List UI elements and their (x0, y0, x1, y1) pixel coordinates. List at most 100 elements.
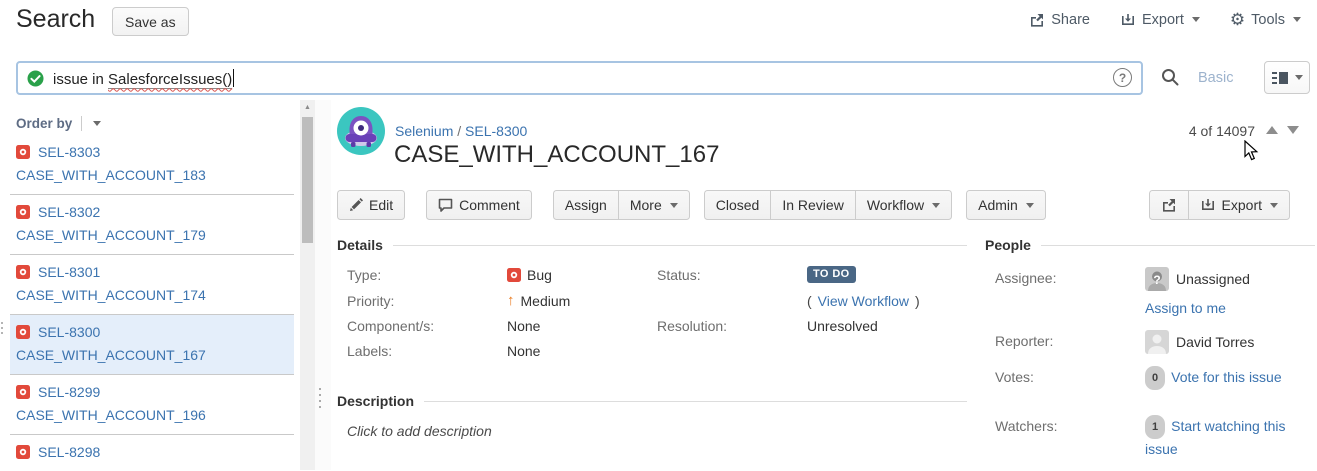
list-item[interactable]: SEL-8298 CASE_WITH_ACCOUNT_164 (10, 435, 294, 470)
status-label: Status: (657, 267, 807, 283)
people-heading: People (985, 237, 1031, 253)
issue-key-link[interactable]: SEL-8301 (38, 264, 100, 280)
order-by-control[interactable]: Order by (16, 116, 300, 131)
issue-list: SEL-8303 CASE_WITH_ACCOUNT_183 SEL-8302 … (10, 135, 294, 470)
project-avatar (337, 107, 385, 155)
text-caret (233, 69, 234, 87)
scrollbar-thumb[interactable] (302, 117, 313, 243)
issue-key-link[interactable]: SEL-8299 (38, 384, 100, 400)
watch-link[interactable]: Start watching this issue (1145, 418, 1286, 457)
scrollbar-up-arrow[interactable]: ▲ (300, 100, 315, 115)
list-item-selected[interactable]: SEL-8300 CASE_WITH_ACCOUNT_167 (10, 315, 294, 375)
basic-mode-link[interactable]: Basic (1198, 70, 1233, 86)
issue-key-link[interactable]: SEL-8303 (38, 144, 100, 160)
reporter-avatar (1145, 330, 1169, 354)
export-issue-button[interactable]: Export (1188, 190, 1290, 220)
bug-type-icon (16, 145, 30, 159)
tools-menu-button[interactable]: ⚙ Tools (1230, 11, 1301, 28)
comment-label: Comment (459, 197, 520, 213)
more-label: More (630, 197, 662, 213)
priority-text: Medium (521, 293, 571, 309)
priority-label: Priority: (347, 293, 507, 309)
search-input[interactable]: issue in SalesforceIssues() ? (16, 61, 1143, 95)
status-value: TO DO (807, 266, 967, 283)
assignee-label: Assignee: (995, 267, 1145, 318)
export-button-group: Export (1149, 190, 1290, 220)
breadcrumb-separator: / (457, 123, 461, 139)
page-title: Search (16, 5, 95, 34)
issue-summary-link[interactable]: CASE_WITH_ACCOUNT_196 (16, 407, 288, 423)
divider (1041, 245, 1315, 246)
results-sidebar: Order by SEL-8303 CASE_WITH_ACCOUNT_183 … (0, 100, 300, 470)
type-text: Bug (527, 267, 552, 283)
query-text: issue in SalesforceIssues() (53, 69, 234, 88)
export-menu-button[interactable]: Export (1120, 12, 1200, 28)
details-heading: Details (337, 237, 383, 253)
chevron-down-icon (93, 121, 101, 126)
closed-transition-button[interactable]: Closed (704, 190, 772, 220)
share-issue-button[interactable] (1149, 190, 1189, 220)
description-heading: Description (337, 393, 414, 409)
share-label: Share (1051, 12, 1090, 28)
issue-key-link[interactable]: SEL-8302 (38, 204, 100, 220)
sidebar-edge-handle[interactable] (0, 322, 4, 336)
syntax-help-icon[interactable]: ? (1113, 68, 1132, 87)
issue-summary-link[interactable]: CASE_WITH_ACCOUNT_174 (16, 287, 288, 303)
issue-summary-link[interactable]: CASE_WITH_ACCOUNT_183 (16, 167, 288, 183)
list-item[interactable]: SEL-8303 CASE_WITH_ACCOUNT_183 (10, 135, 294, 195)
assign-button[interactable]: Assign (553, 190, 619, 220)
details-section: Details Type: Bug Status: TO DO Priority… (337, 237, 967, 359)
gear-icon: ⚙ (1230, 11, 1245, 28)
chevron-down-icon (1295, 75, 1303, 80)
view-workflow: ( View Workflow) (807, 293, 967, 309)
sidebar-scrollbar[interactable]: ▲ (300, 100, 315, 470)
votes-row: Votes: 0Vote for this issue (995, 366, 1315, 390)
edit-button[interactable]: Edit (337, 190, 405, 220)
save-as-button[interactable]: Save as (112, 7, 189, 36)
issue-summary-link[interactable]: CASE_WITH_ACCOUNT_167 (16, 347, 288, 363)
view-workflow-link[interactable]: View Workflow (818, 293, 909, 309)
comment-button[interactable]: Comment (426, 190, 532, 220)
paren-open: ( (807, 293, 812, 309)
divider (424, 401, 967, 402)
chevron-down-icon (1270, 203, 1278, 208)
breadcrumb-project-link[interactable]: Selenium (395, 123, 453, 139)
issue-key-link[interactable]: SEL-8298 (38, 444, 100, 460)
order-by-label: Order by (16, 116, 72, 131)
view-switcher-button[interactable] (1264, 61, 1310, 94)
query-function: SalesforceIssues() (108, 71, 232, 89)
description-placeholder[interactable]: Click to add description (347, 423, 967, 439)
panel-resize-handle[interactable] (318, 388, 322, 410)
share-button[interactable]: Share (1029, 12, 1090, 28)
assign-button-group: Assign More (553, 190, 690, 220)
more-menu-button[interactable]: More (618, 190, 690, 220)
reporter-row: Reporter: David Torres (995, 330, 1315, 354)
list-item[interactable]: SEL-8299 CASE_WITH_ACCOUNT_196 (10, 375, 294, 435)
issue-key-link[interactable]: SEL-8300 (38, 324, 100, 340)
chevron-down-icon (1026, 203, 1034, 208)
divider (81, 116, 82, 131)
paren-close: ) (915, 293, 920, 309)
previous-issue-icon[interactable] (1266, 126, 1278, 134)
labels-value: None (507, 343, 657, 359)
next-issue-icon[interactable] (1287, 126, 1299, 134)
export-label: Export (1142, 12, 1184, 28)
chevron-down-icon (1192, 17, 1200, 22)
admin-menu-button[interactable]: Admin (966, 190, 1046, 220)
divider (393, 245, 967, 246)
issue-summary-link[interactable]: CASE_WITH_ACCOUNT_179 (16, 227, 288, 243)
pager-arrows (1266, 126, 1299, 134)
question-mark-icon: ? (1145, 270, 1169, 290)
list-item[interactable]: SEL-8302 CASE_WITH_ACCOUNT_179 (10, 195, 294, 255)
workflow-button-group: Closed In Review Workflow (704, 190, 952, 220)
workflow-menu-button[interactable]: Workflow (855, 190, 952, 220)
list-item[interactable]: SEL-8301 CASE_WITH_ACCOUNT_174 (10, 255, 294, 315)
vote-link[interactable]: Vote for this issue (1171, 369, 1282, 385)
reporter-label: Reporter: (995, 330, 1145, 354)
breadcrumb-issue-link[interactable]: SEL-8300 (465, 123, 527, 139)
detail-view-layout-icon (1272, 71, 1288, 85)
in-review-transition-button[interactable]: In Review (770, 190, 855, 220)
query-prefix: issue in (53, 71, 108, 88)
assign-to-me-link[interactable]: Assign to me (1145, 298, 1226, 318)
search-icon[interactable] (1160, 67, 1180, 87)
